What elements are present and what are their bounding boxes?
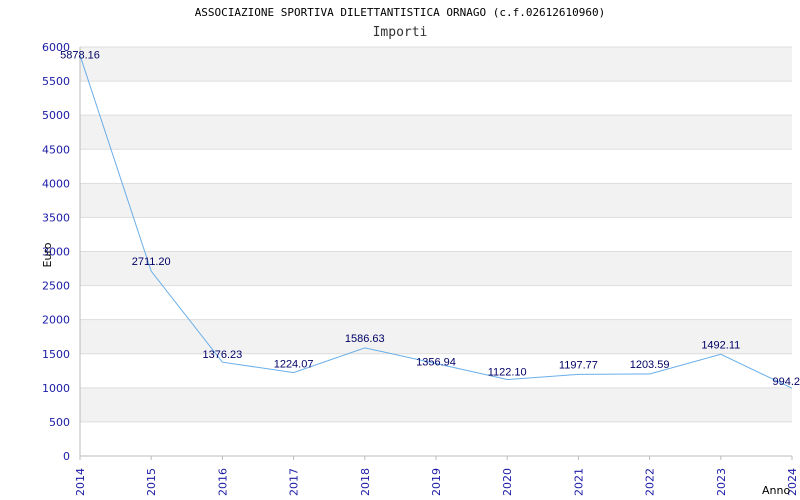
x-tick-label: 2015 (145, 468, 158, 496)
y-axis-label: Euro (41, 242, 54, 267)
x-axis-label: Anno (762, 484, 790, 497)
y-tick-label: 1500 (42, 348, 70, 361)
y-tick-label: 2500 (42, 280, 70, 293)
grid-band (80, 115, 792, 150)
grid-band (80, 183, 792, 218)
data-label: 1122.10 (488, 367, 527, 379)
x-tick-label: 2020 (501, 468, 514, 496)
data-label: 1224.07 (274, 359, 314, 371)
data-label: 1197.77 (559, 359, 598, 371)
y-tick-label: 0 (63, 450, 70, 463)
x-tick-label: 2019 (430, 468, 443, 496)
x-tick-label: 2023 (715, 468, 728, 496)
x-tick-label: 2017 (288, 468, 301, 496)
data-label: 1492.11 (701, 339, 740, 351)
y-tick-label: 2000 (42, 314, 70, 327)
data-label: 1203.59 (630, 359, 670, 371)
grid-band (80, 387, 792, 422)
y-tick-label: 4500 (42, 143, 70, 156)
data-label: 2711.20 (132, 256, 171, 268)
y-tick-label: 5500 (42, 75, 70, 88)
y-tick-label: 500 (49, 416, 70, 429)
data-label: 1356.94 (416, 357, 456, 369)
y-tick-label: 1000 (42, 382, 70, 395)
data-label: 994.2 (772, 376, 800, 388)
x-tick-label: 2021 (572, 468, 585, 496)
y-tick-label: 4000 (42, 177, 70, 190)
grid-band (80, 319, 792, 354)
x-tick-label: 2022 (644, 468, 657, 496)
data-label: 1586.63 (345, 333, 385, 345)
y-tick-label: 3500 (42, 211, 70, 224)
x-tick-label: 2018 (359, 468, 372, 496)
x-tick-label: 2016 (216, 468, 229, 496)
data-label: 1376.23 (203, 349, 243, 361)
line-chart: 0500100015002000250030003500400045005000… (41, 41, 800, 497)
x-tick-label: 2014 (74, 468, 87, 496)
y-tick-label: 5000 (42, 109, 70, 122)
grid-band (80, 47, 792, 82)
grid-band (80, 251, 792, 286)
data-label: 5878.16 (60, 49, 100, 61)
